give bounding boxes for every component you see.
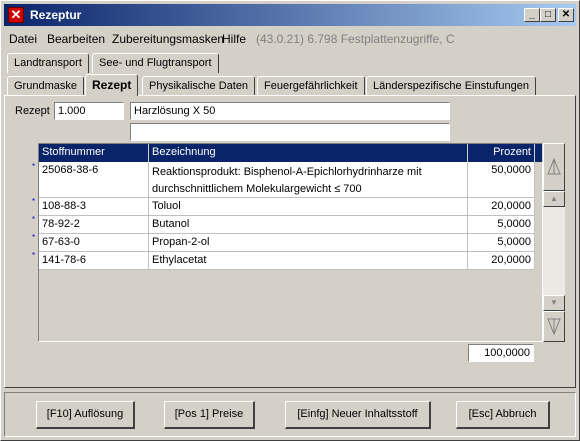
bezeichnung-line-1: Reaktionsprodukt: Bisphenol-A-Epichlorhy… xyxy=(152,166,422,178)
table-cell-bezeichnung[interactable]: Toluol xyxy=(149,198,468,216)
table-cell-stoffnummer[interactable]: 25068-38-6 xyxy=(39,162,149,198)
ingredients-table: Stoffnummer Bezeichnung Prozent 25068-38… xyxy=(38,143,543,342)
window-title: Rezeptur xyxy=(30,8,82,22)
column-header-stoffnummer[interactable]: Stoffnummer xyxy=(39,144,149,162)
table-cell-prozent[interactable]: 5,0000 xyxy=(468,234,535,252)
row-marker: * xyxy=(32,197,36,206)
tab-rezept[interactable]: Rezept xyxy=(85,74,139,96)
bezeichnung-line-2: durchschnittlichem Molekulargewicht ≤ 70… xyxy=(152,183,362,195)
table-cell-stoffnummer[interactable]: 78-92-2 xyxy=(39,216,149,234)
menu-hilfe[interactable]: Hilfe xyxy=(222,32,246,46)
rezept-name2-field[interactable] xyxy=(130,123,450,141)
aufloesung-button[interactable]: [F10] Auflösung xyxy=(36,401,135,429)
neuer-inhaltsstoff-button[interactable]: [Einfg] Neuer Inhaltsstoff xyxy=(285,401,431,429)
table-cell-stoffnummer[interactable]: 67-63-0 xyxy=(39,234,149,252)
column-header-bezeichnung[interactable]: Bezeichnung xyxy=(149,144,468,162)
table-cell-bezeichnung[interactable]: Propan-2-ol xyxy=(149,234,468,252)
table-cell-prozent[interactable]: 20,0000 xyxy=(468,252,535,270)
table-cell-stoffnummer[interactable]: 108-88-3 xyxy=(39,198,149,216)
row-marker: * xyxy=(32,162,36,171)
tab-grundmaske[interactable]: Grundmaske xyxy=(7,76,84,96)
row-marker: * xyxy=(32,251,36,260)
table-cell-prozent[interactable]: 20,0000 xyxy=(468,198,535,216)
app-close-x-icon: ✕ xyxy=(8,7,24,23)
rezept-number-field[interactable]: 1.000 xyxy=(54,102,124,120)
table-cell-bezeichnung[interactable]: Ethylacetat xyxy=(149,252,468,270)
rezept-label: Rezept xyxy=(15,105,50,117)
table-cell-bezeichnung[interactable]: Reaktionsprodukt: Bisphenol-A-Epichlorhy… xyxy=(149,162,468,198)
tab-physikalische-daten[interactable]: Physikalische Daten xyxy=(142,76,256,96)
scroll-up-button[interactable]: ▲ xyxy=(543,191,565,207)
arrow-bottom-icon xyxy=(547,318,561,336)
tab-feuergefaehrlichkeit[interactable]: Feuergefährlichkeit xyxy=(257,76,365,96)
maximize-button[interactable]: □ xyxy=(540,8,556,22)
tab-laenderspezifische-einstufungen[interactable]: Länderspezifische Einstufungen xyxy=(366,76,536,96)
rezept-name-field[interactable]: Harzlösung X 50 xyxy=(130,102,450,120)
scroll-down-button[interactable]: ▼ xyxy=(543,295,565,311)
title-bar: ✕ Rezeptur _ □ ✕ xyxy=(4,4,576,26)
scroll-to-top-button[interactable] xyxy=(543,143,565,191)
scroll-track[interactable] xyxy=(543,207,565,295)
menu-datei[interactable]: Datei xyxy=(9,32,37,46)
column-header-prozent[interactable]: Prozent xyxy=(468,144,535,162)
table-cell-prozent[interactable]: 50,0000 xyxy=(468,162,535,198)
abbruch-button[interactable]: [Esc] Abbruch xyxy=(456,401,550,429)
menu-bearbeiten[interactable]: Bearbeiten xyxy=(47,32,105,46)
table-cell-stoffnummer[interactable]: 141-78-6 xyxy=(39,252,149,270)
menu-bar: Datei Bearbeiten Zubereitungsmasken Hilf… xyxy=(4,29,576,49)
status-info: (43.0.21) 6.798 Festplattenzugriffe, C xyxy=(256,32,455,46)
tab-landtransport[interactable]: Landtransport xyxy=(7,53,89,73)
menu-zubereitungsmasken[interactable]: Zubereitungsmasken xyxy=(112,32,224,46)
preise-button[interactable]: [Pos 1] Preise xyxy=(164,401,255,429)
scroll-to-bottom-button[interactable] xyxy=(543,311,565,342)
table-scrollbar[interactable]: ▲ ▼ xyxy=(543,143,566,342)
close-button[interactable]: ✕ xyxy=(558,8,574,22)
column-header-spacer xyxy=(535,144,543,162)
table-cell-bezeichnung[interactable]: Butanol xyxy=(149,216,468,234)
minimize-button[interactable]: _ xyxy=(524,8,540,22)
tab-see-und-flugtransport[interactable]: See- und Flugtransport xyxy=(92,53,219,73)
row-marker: * xyxy=(32,233,36,242)
table-cell-prozent[interactable]: 5,0000 xyxy=(468,216,535,234)
row-marker: * xyxy=(32,215,36,224)
rezeptur-window: ✕ Rezeptur _ □ ✕ Datei Bearbeiten Zubere… xyxy=(0,0,580,441)
arrow-top-icon xyxy=(547,157,561,175)
total-percent-field: 100,0000 xyxy=(468,344,534,362)
